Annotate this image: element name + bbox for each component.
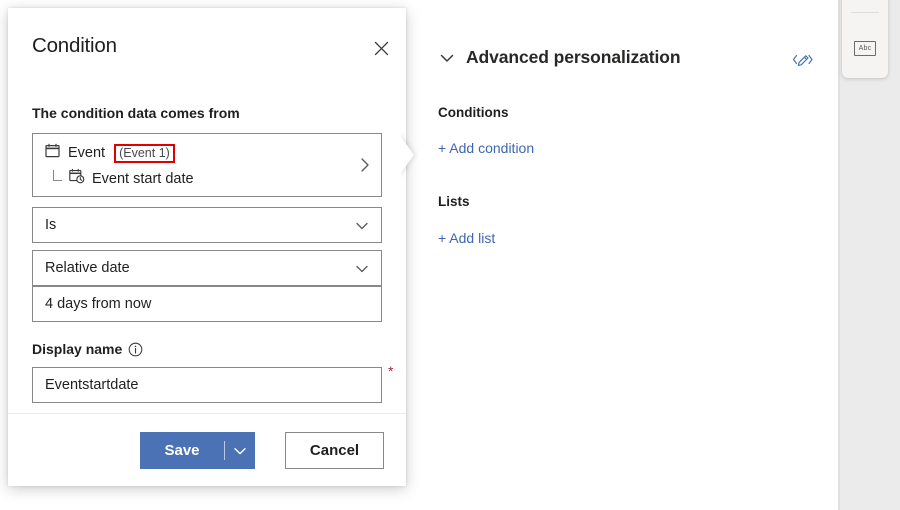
advanced-personalization-header[interactable]: Advanced personalization: [438, 47, 680, 68]
abc-text-icon: Abc: [854, 41, 876, 56]
close-icon: [374, 41, 389, 61]
source-entity-row: Event (Event 1): [45, 143, 175, 163]
advanced-personalization-title: Advanced personalization: [466, 47, 680, 68]
calendar-icon: [45, 143, 60, 163]
dialog-footer: Save Cancel: [8, 413, 406, 486]
edit-code-icon[interactable]: [792, 50, 814, 70]
floating-toolbar: Abc: [842, 0, 888, 78]
operator-select[interactable]: Is: [32, 207, 382, 243]
add-list-link[interactable]: + Add list: [438, 230, 495, 246]
source-field-row: Event start date: [53, 168, 194, 189]
info-icon[interactable]: [128, 342, 143, 357]
source-entity-tag-highlight: (Event 1): [114, 144, 175, 163]
tree-elbow-connector: [53, 170, 62, 181]
panel-right-edge: [838, 0, 840, 510]
conditions-group-label: Conditions: [438, 105, 509, 120]
save-button[interactable]: Save: [140, 432, 255, 469]
source-field-label: The condition data comes from: [32, 105, 240, 121]
display-name-label-row: Display name: [32, 341, 143, 357]
lists-group-label: Lists: [438, 194, 470, 209]
source-field-name: Event start date: [92, 171, 194, 187]
required-marker: *: [388, 364, 393, 378]
display-name-input[interactable]: Eventstartdate: [32, 367, 382, 403]
source-entity-name: Event: [68, 145, 105, 161]
page-title: Condition: [32, 34, 117, 58]
relative-date-input[interactable]: 4 days from now: [32, 286, 382, 322]
add-condition-link[interactable]: + Add condition: [438, 140, 534, 156]
date-mode-select[interactable]: Relative date: [32, 250, 382, 286]
app-root: Advanced personalization Conditions + Ad…: [0, 0, 900, 510]
calendar-clock-icon: [69, 168, 85, 189]
toolbar-button-text[interactable]: Abc: [849, 32, 881, 64]
date-mode-value: Relative date: [45, 260, 130, 276]
display-name-label: Display name: [32, 341, 122, 357]
chevron-down-icon: [438, 49, 456, 67]
relative-date-value: 4 days from now: [45, 296, 151, 312]
operator-value: Is: [45, 217, 56, 233]
save-button-label: Save: [140, 442, 224, 459]
toolbar-divider: [851, 12, 879, 13]
save-split-divider: [224, 441, 225, 460]
condition-source-picker[interactable]: Event (Event 1) Event start date: [32, 133, 382, 197]
condition-dialog: Condition The condition data comes from: [8, 8, 406, 486]
chevron-right-icon: [356, 156, 374, 174]
cancel-button[interactable]: Cancel: [285, 432, 384, 469]
chevron-down-icon: [354, 261, 370, 277]
callout-pointer-mask: [392, 130, 401, 180]
chevron-down-icon: [354, 218, 370, 234]
close-button[interactable]: [366, 36, 396, 66]
display-name-value: Eventstartdate: [45, 377, 139, 393]
chevron-down-icon[interactable]: [232, 443, 248, 459]
advanced-personalization-panel: Advanced personalization Conditions + Ad…: [420, 0, 840, 510]
